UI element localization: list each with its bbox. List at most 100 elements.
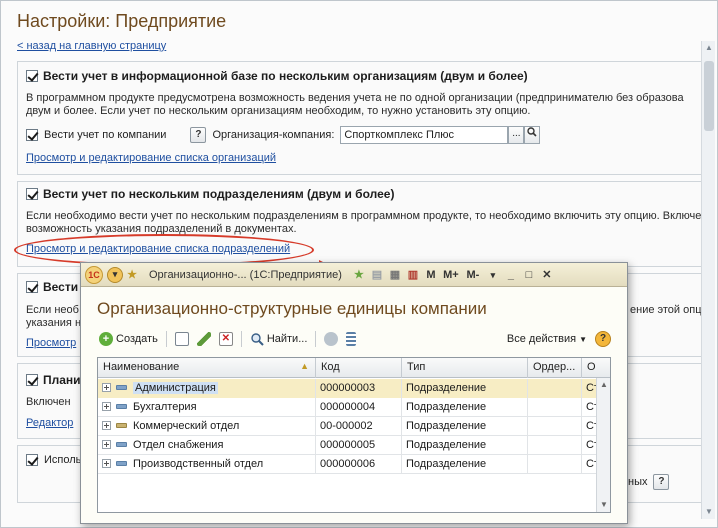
expand-icon[interactable]: [102, 459, 111, 468]
row-code: 000000006: [316, 455, 402, 474]
list-settings-button[interactable]: [344, 329, 358, 349]
sort-asc-icon: ▲: [300, 361, 309, 371]
subdivs-header[interactable]: Вести учет по нескольким подразделениям …: [26, 187, 394, 201]
maximize-icon[interactable]: □: [520, 266, 538, 284]
cancel-search-button[interactable]: [322, 329, 340, 349]
row-name: Администрация: [133, 382, 218, 394]
calculator-icon[interactable]: ▦: [386, 266, 404, 284]
fifth-right: ных ?: [628, 474, 670, 490]
section-orgs: Вести учет в информационной базе по неск…: [17, 61, 705, 175]
fourth-description: Включен: [26, 396, 71, 408]
column-header-name[interactable]: Наименование ▲: [98, 358, 316, 378]
column-header-type[interactable]: Тип: [402, 358, 528, 378]
org-company-field[interactable]: Спорткомплекс Плюс: [340, 126, 509, 144]
item-icon: [116, 461, 127, 466]
fourth-checkbox[interactable]: [26, 374, 38, 386]
third-description-line1: Если необ: [26, 304, 79, 316]
third-header[interactable]: Вести: [26, 280, 78, 294]
row-type: Подразделение: [402, 417, 528, 436]
add-favorite-icon[interactable]: ★: [350, 266, 368, 284]
orgs-header[interactable]: Вести учет в информационной базе по неск…: [26, 69, 528, 83]
app-logo-icon[interactable]: 1С: [85, 265, 103, 284]
fourth-header[interactable]: Плани: [26, 373, 81, 387]
row-order: [528, 379, 582, 398]
fifth-checkbox[interactable]: [26, 454, 38, 466]
memory-m-minus-button[interactable]: M-: [462, 266, 484, 284]
minimize-arrow-icon[interactable]: ▾: [484, 266, 502, 284]
scroll-down-icon[interactable]: ▼: [702, 505, 716, 519]
page-scrollbar[interactable]: ▲ ▼: [701, 41, 715, 519]
fifth-help-button[interactable]: ?: [653, 474, 670, 490]
third-link[interactable]: Просмотр: [26, 337, 76, 349]
scroll-thumb[interactable]: [704, 61, 714, 131]
list-icon: [346, 332, 357, 346]
subdivs-checkbox[interactable]: [26, 188, 38, 200]
orgs-description-line1: В программном продукте предусмотрена воз…: [26, 92, 684, 104]
all-actions-menu[interactable]: Все действия ▼: [505, 329, 589, 349]
third-header-label: Вести: [43, 280, 79, 294]
third-description-line2: указания н: [26, 317, 82, 329]
row-type: Подразделение: [402, 436, 528, 455]
table-scrollbar[interactable]: ▲ ▼: [596, 378, 610, 512]
table-scroll-up-icon[interactable]: ▲: [597, 378, 610, 392]
modal-titlebar[interactable]: 1С ▾ ★ Организационно-... (1С:Предприяти…: [81, 263, 627, 287]
table-row[interactable]: Производственный отдел 000000006 Подразд…: [98, 455, 598, 474]
table-row[interactable]: Бухгалтерия 000000004 Подразделение Ст: [98, 398, 598, 417]
orgs-description-line2: двум и более. Если учет по нескольким ор…: [26, 105, 531, 117]
row-order: [528, 455, 582, 474]
minimize-icon[interactable]: _: [502, 266, 520, 284]
help-icon: ?: [595, 331, 611, 347]
row-code: 000000003: [316, 379, 402, 398]
expand-icon[interactable]: [102, 421, 111, 430]
select-dots-button[interactable]: ...: [508, 126, 525, 144]
by-company-checkbox[interactable]: [26, 129, 38, 141]
org-company-row: Вести учет по компании ? Организация-ком…: [26, 126, 541, 144]
help-button[interactable]: ?: [190, 127, 207, 143]
memory-m-button[interactable]: M: [422, 266, 440, 284]
table-row[interactable]: Коммерческий отдел 00-000002 Подразделен…: [98, 417, 598, 436]
memory-m-plus-button[interactable]: M+: [440, 266, 462, 284]
favorite-star-icon[interactable]: ★: [123, 266, 141, 284]
subdivisions-table[interactable]: Наименование ▲ Код Тип Ордер... О Админи…: [97, 357, 611, 513]
subdivisions-window: 1С ▾ ★ Организационно-... (1С:Предприяти…: [80, 262, 628, 524]
column-header-o[interactable]: О: [582, 358, 598, 378]
third-checkbox[interactable]: [26, 281, 38, 293]
add-copy-button[interactable]: [173, 329, 191, 349]
edit-button[interactable]: [195, 329, 213, 349]
expand-icon[interactable]: [102, 383, 111, 392]
delete-button[interactable]: ✕: [217, 329, 235, 349]
subdivs-header-label: Вести учет по нескольким подразделениям …: [43, 187, 395, 201]
item-icon: [116, 385, 127, 390]
row-order: [528, 398, 582, 417]
fifth-label: Исполь: [44, 454, 82, 466]
search-icon[interactable]: [524, 126, 541, 144]
link-icon[interactable]: ▤: [368, 266, 386, 284]
close-icon[interactable]: ✕: [538, 266, 556, 284]
create-button[interactable]: + Создать: [97, 329, 160, 349]
row-code: 00-000002: [316, 417, 402, 436]
column-header-code[interactable]: Код: [316, 358, 402, 378]
expand-icon[interactable]: [102, 402, 111, 411]
table-row[interactable]: Администрация 000000003 Подразделение Ст: [98, 379, 598, 398]
item-icon: [116, 423, 127, 428]
menu-dropdown-icon[interactable]: ▾: [107, 266, 123, 283]
column-header-order[interactable]: Ордер...: [528, 358, 582, 378]
fourth-link[interactable]: Редактор: [26, 417, 73, 429]
table-scroll-down-icon[interactable]: ▼: [597, 498, 610, 512]
orgs-list-link[interactable]: Просмотр и редактирование списка организ…: [26, 152, 276, 164]
expand-icon[interactable]: [102, 440, 111, 449]
row-order: [528, 436, 582, 455]
row-name-cell: Отдел снабжения: [98, 436, 316, 455]
help-button[interactable]: ?: [593, 329, 613, 349]
pencil-icon: [196, 332, 211, 346]
find-label: Найти...: [266, 333, 308, 345]
third-description-right: ение этой опци: [630, 304, 708, 316]
scroll-up-icon[interactable]: ▲: [702, 41, 716, 55]
fifth-right-text: ных: [628, 476, 648, 488]
orgs-header-label: Вести учет в информационной базе по неск…: [43, 69, 528, 83]
table-row[interactable]: Отдел снабжения 000000005 Подразделение …: [98, 436, 598, 455]
orgs-checkbox[interactable]: [26, 70, 38, 82]
find-button[interactable]: Найти...: [248, 329, 310, 349]
back-to-home-link[interactable]: < назад на главную страницу: [17, 40, 166, 52]
calendar-icon[interactable]: ▥: [404, 266, 422, 284]
